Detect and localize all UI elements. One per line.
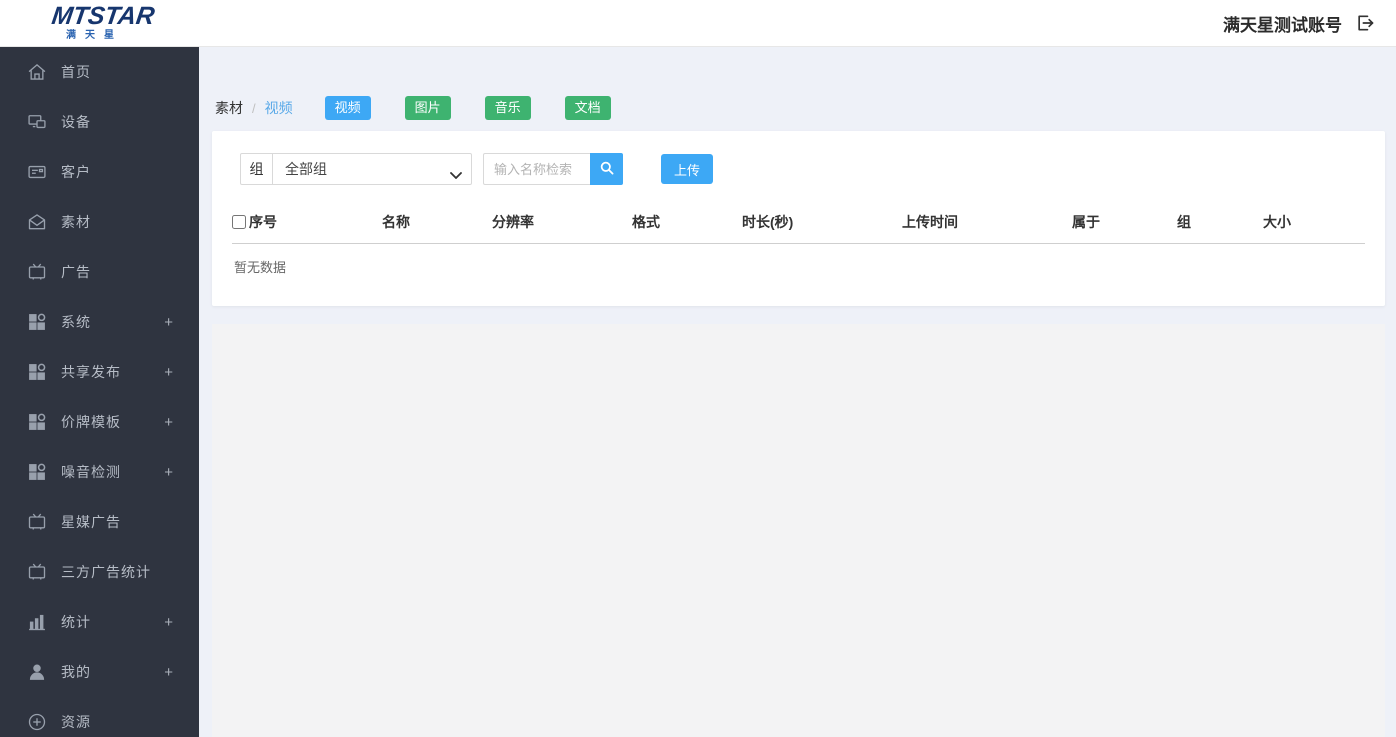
main-content: 素材 / 视频 视频 图片 音乐 文档 组 全部组 输入名称检索 上传 序号 名…	[199, 47, 1396, 737]
column-header-seq: 序号	[232, 212, 382, 232]
tv-icon	[26, 262, 47, 283]
material-type-tabs: 视频 图片 音乐 文档	[324, 96, 645, 120]
sidebar-item-ads[interactable]: 广告	[0, 247, 199, 297]
search-group	[483, 153, 623, 185]
mtstar-logo: MTSTAR 满天星	[0, 2, 199, 41]
expand-plus-icon[interactable]: +	[164, 647, 173, 697]
column-header-size: 大小	[1263, 214, 1291, 230]
sidebar-item-label: 噪音检测	[61, 464, 121, 480]
materials-icon	[26, 212, 47, 233]
sidebar-item-label: 客户	[61, 164, 91, 180]
group-filter-label: 组	[240, 153, 273, 185]
sidebar-item-home[interactable]: 首页	[0, 47, 199, 97]
sidebar-item-resources[interactable]: 资源	[0, 697, 199, 737]
sidebar-item-label: 三方广告统计	[61, 564, 151, 580]
logout-icon[interactable]	[1354, 12, 1376, 34]
sidebar-item-statistics[interactable]: 统计 +	[0, 597, 199, 647]
sidebar-item-label: 系统	[61, 314, 91, 330]
empty-state-text: 暂无数据	[234, 260, 287, 275]
column-header-resolution: 分辨率	[492, 214, 534, 230]
tab-music[interactable]: 音乐	[484, 96, 531, 120]
column-header-group: 组	[1177, 214, 1191, 230]
sidebar-item-label: 我的	[61, 664, 91, 680]
modules-icon	[26, 312, 47, 333]
sidebar-item-label: 资源	[61, 714, 91, 730]
breadcrumb: 素材 / 视频	[215, 98, 293, 118]
sidebar: 首页 设备 客户 素材 广告 系统 + 共享发布 + 价牌模板 + 噪音检测 +…	[0, 47, 199, 737]
expand-plus-icon[interactable]: +	[164, 597, 173, 647]
account-name: 满天星测试账号	[1223, 15, 1342, 35]
expand-plus-icon[interactable]: +	[164, 347, 173, 397]
sidebar-item-label: 设备	[61, 114, 91, 130]
sidebar-item-thirdparty-ad-stats[interactable]: 三方广告统计	[0, 547, 199, 597]
search-icon	[599, 160, 615, 179]
sidebar-item-label: 广告	[61, 264, 91, 280]
upload-button[interactable]: 上传	[661, 154, 714, 184]
tab-document[interactable]: 文档	[564, 96, 611, 120]
modules-icon	[26, 412, 47, 433]
sidebar-item-materials[interactable]: 素材	[0, 197, 199, 247]
sidebar-item-label: 统计	[61, 614, 91, 630]
table-header-row: 序号 名称 分辨率 格式 时长(秒) 上传时间 属于 组 大小	[232, 212, 1365, 244]
column-header-belongs-to: 属于	[1072, 214, 1100, 230]
tab-image[interactable]: 图片	[404, 96, 451, 120]
plus-circle-icon	[26, 712, 47, 733]
sidebar-item-label: 共享发布	[61, 364, 121, 380]
column-header-upload-time: 上传时间	[902, 214, 958, 230]
logo-title: MTSTAR	[50, 2, 157, 30]
sidebar-item-starmedia-ads[interactable]: 星媒广告	[0, 497, 199, 547]
lower-panel	[212, 324, 1385, 737]
sidebar-item-price-template[interactable]: 价牌模板 +	[0, 397, 199, 447]
breadcrumb-current[interactable]: 视频	[265, 98, 293, 118]
devices-icon	[26, 112, 47, 133]
sidebar-item-label: 价牌模板	[61, 414, 121, 430]
home-icon	[26, 62, 47, 83]
sidebar-item-devices[interactable]: 设备	[0, 97, 199, 147]
sidebar-item-label: 星媒广告	[61, 514, 121, 530]
breadcrumb-root: 素材	[215, 100, 243, 116]
sidebar-item-noise-detect[interactable]: 噪音检测 +	[0, 447, 199, 497]
group-select-wrap: 全部组	[272, 153, 472, 185]
customers-icon	[26, 162, 47, 183]
sidebar-item-mine[interactable]: 我的 +	[0, 647, 199, 697]
expand-plus-icon[interactable]: +	[164, 447, 173, 497]
tab-video[interactable]: 视频	[324, 96, 371, 120]
app-window: MTSTAR 满天星 满天星测试账号 首页 设备 客户 素材 广告 系统 + 共…	[0, 0, 1396, 737]
breadcrumb-tab-row: 素材 / 视频 视频 图片 音乐 文档	[212, 96, 1385, 120]
column-header-label: 序号	[249, 214, 277, 230]
modules-icon	[26, 462, 47, 483]
column-header-duration: 时长(秒)	[742, 214, 794, 230]
top-header: MTSTAR 满天星 满天星测试账号	[0, 0, 1396, 47]
material-list-card: 组 全部组 输入名称检索 上传 序号 名称 分辨率 格式 时长(秒) 上传时间 …	[212, 131, 1385, 306]
tv-icon	[26, 562, 47, 583]
filter-row: 组 全部组 输入名称检索 上传	[240, 131, 1365, 185]
breadcrumb-separator: /	[252, 100, 256, 116]
sidebar-item-system[interactable]: 系统 +	[0, 297, 199, 347]
expand-plus-icon[interactable]: +	[164, 297, 173, 347]
group-select[interactable]: 全部组	[272, 153, 472, 185]
account-area: 满天星测试账号	[1223, 11, 1396, 36]
chart-icon	[26, 612, 47, 633]
search-button[interactable]	[590, 153, 623, 185]
expand-plus-icon[interactable]: +	[164, 397, 173, 447]
sidebar-item-customers[interactable]: 客户	[0, 147, 199, 197]
search-input[interactable]	[483, 153, 590, 185]
tv-icon	[26, 512, 47, 533]
modules-icon	[26, 362, 47, 383]
sidebar-item-share-publish[interactable]: 共享发布 +	[0, 347, 199, 397]
sidebar-item-label: 首页	[61, 64, 91, 80]
column-header-format: 格式	[632, 214, 660, 230]
sidebar-item-label: 素材	[61, 214, 91, 230]
column-header-name: 名称	[382, 214, 410, 230]
select-all-checkbox[interactable]	[232, 215, 246, 229]
user-icon	[26, 662, 47, 683]
